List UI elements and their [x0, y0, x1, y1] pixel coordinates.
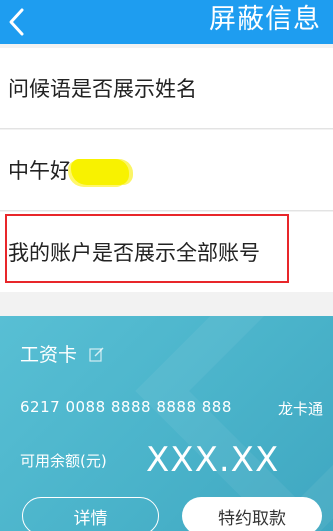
card-brand: 龙卡通 — [277, 400, 323, 418]
detail-button[interactable]: 详情 — [22, 497, 159, 531]
card-number: 6217 0088 8888 8888 888 — [20, 398, 232, 416]
chevron-left-icon — [9, 8, 24, 36]
greeting-name-toggle-row[interactable]: 问候语是否展示姓名 — [0, 48, 333, 128]
divider — [0, 128, 333, 129]
card-title-text: 工资卡 — [20, 344, 78, 366]
balance-value: XXX.XX — [146, 440, 280, 480]
greeting-preview-row: 中午好 — [0, 130, 333, 210]
greeting-text: 中午好 — [8, 159, 71, 183]
divider — [0, 210, 333, 211]
page-title: 屏蔽信息 — [209, 4, 321, 35]
card-title: 工资卡 — [20, 340, 105, 367]
edit-icon[interactable] — [89, 346, 105, 362]
greeting-preview-text: 中午好 — [8, 155, 129, 185]
red-highlight-box — [5, 214, 289, 283]
special-withdrawal-button[interactable]: 特约取款 — [182, 497, 322, 531]
salary-card[interactable]: 工资卡 6217 0088 8888 8888 888 龙卡通 可用余额(元) … — [0, 316, 333, 531]
balance-label: 可用余额(元) — [20, 452, 107, 470]
greeting-name-label: 问候语是否展示姓名 — [8, 77, 197, 101]
back-button[interactable] — [0, 0, 32, 44]
top-bar: 屏蔽信息 — [0, 0, 333, 44]
redacted-name-highlight — [71, 159, 129, 185]
